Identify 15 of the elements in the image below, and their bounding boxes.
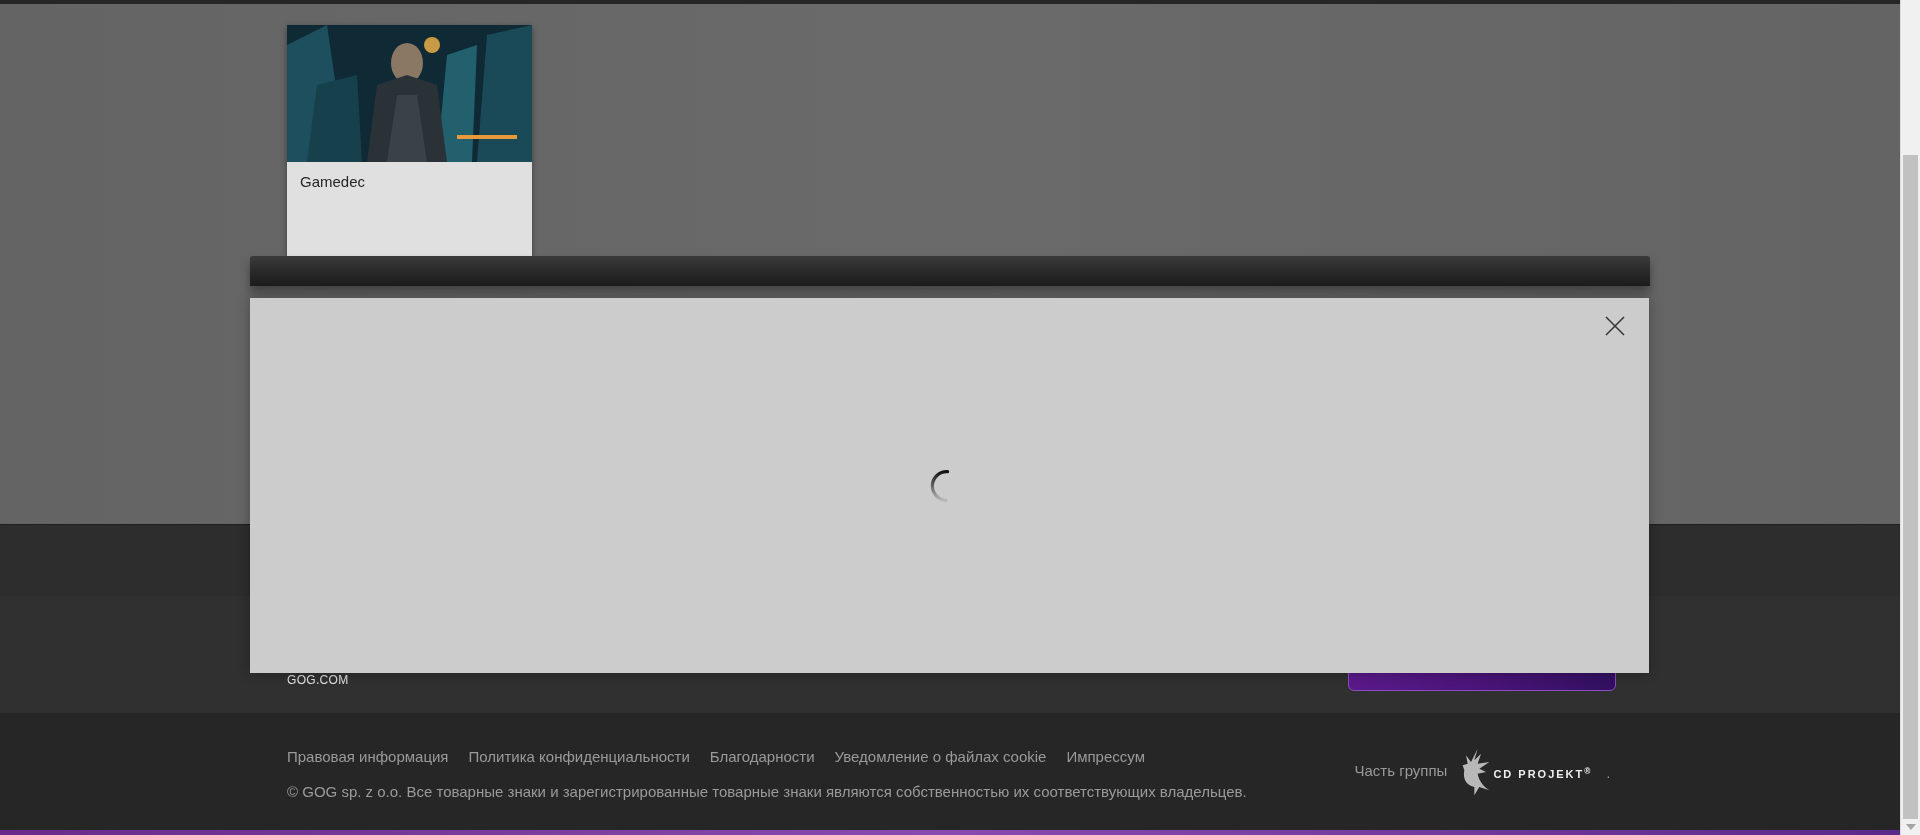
game-card[interactable]: Gamedec	[287, 25, 532, 256]
group-label: Часть группы	[1354, 761, 1448, 782]
cd-projekt-logo-text: CD PROJEKT$^{®}$	[1493, 766, 1593, 783]
period: .	[1606, 764, 1610, 783]
footer-link[interactable]: Импрессум	[1066, 746, 1145, 769]
footer-link[interactable]: Правовая информация	[287, 746, 449, 769]
scrollbar-thumb[interactable]	[1903, 155, 1918, 819]
site-label: GOG.COM	[287, 672, 349, 689]
footer-link[interactable]: Благодарности	[709, 746, 815, 769]
copyright-text: © GOG sp. z o.o. Все товарные знаки и зарегистрированные товарные знаки являются собственностью их соответствующих владельцев.	[287, 781, 1247, 802]
footer-link[interactable]: Уведомление о файлах cookie	[834, 746, 1047, 769]
footer-link[interactable]: Политика конфиденциальности	[468, 746, 690, 769]
close-icon[interactable]	[1605, 316, 1625, 336]
game-title: Gamedec	[299, 172, 367, 192]
scrollbar[interactable]	[1900, 0, 1920, 835]
